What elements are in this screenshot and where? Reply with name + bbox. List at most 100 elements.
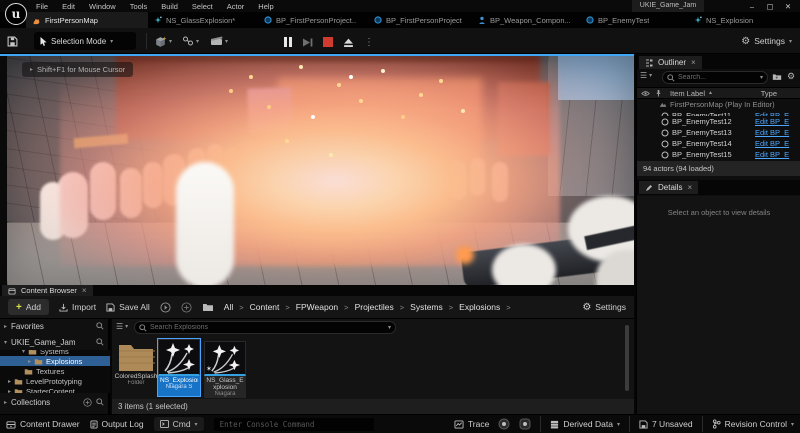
folder-icon — [24, 368, 33, 375]
edit-blueprint-link[interactable]: Edit BP_E — [755, 139, 800, 148]
save-button[interactable] — [7, 32, 18, 50]
asset-search-input[interactable] — [150, 324, 385, 331]
breadcrumb-systems[interactable]: Systems — [410, 302, 443, 312]
menu-select[interactable]: Select — [192, 2, 213, 11]
tab-bp-firstpersonproject-1[interactable]: BP_FirstPersonProject... — [258, 12, 362, 28]
new-folder-icon[interactable]: + — [772, 72, 782, 81]
nav-forward-icon[interactable] — [181, 302, 192, 313]
output-log-button[interactable]: Output Log — [90, 419, 144, 429]
tab-firstpersonmap[interactable]: FirstPersonMap — [26, 12, 148, 28]
pin-column-icon[interactable] — [655, 89, 662, 97]
collections-section[interactable]: ▸ Collections — [0, 395, 108, 409]
search-icon[interactable] — [96, 338, 104, 346]
gear-icon: ⚙ — [741, 36, 750, 47]
edit-blueprint-link[interactable]: Edit BP_E — [755, 128, 800, 137]
project-section[interactable]: ▾ UKIE_Game_Jam — [0, 335, 108, 349]
editor-mode-select[interactable]: Selection Mode ▾ — [34, 32, 136, 50]
breadcrumb-projectiles[interactable]: Projectiles — [355, 302, 394, 312]
trace-button[interactable]: Trace — [454, 419, 489, 429]
viewport[interactable]: ▸ Shift+F1 for Mouse Cursor — [0, 54, 634, 285]
search-icon[interactable] — [96, 322, 104, 330]
outliner-group-row[interactable]: FirstPersonMap (Play In Editor) — [637, 99, 800, 110]
tab-bp-firstpersonproject-2[interactable]: BP_FirstPersonProject... — [368, 12, 468, 28]
outliner-row[interactable]: BP_EnemyTest15 Edit BP_E — [637, 149, 800, 160]
menu-build[interactable]: Build — [161, 2, 178, 11]
pause-button[interactable] — [284, 37, 292, 47]
close-icon[interactable]: × — [82, 286, 87, 295]
menu-edit[interactable]: Edit — [62, 2, 75, 11]
tree-item-explosions[interactable]: ▸ Explosions — [0, 356, 110, 366]
search-icon[interactable] — [96, 398, 104, 406]
nav-back-icon[interactable] — [160, 302, 171, 313]
menu-actor[interactable]: Actor — [227, 2, 245, 11]
maximize-button[interactable]: ▢ — [762, 2, 778, 11]
tree-item-textures[interactable]: Textures — [0, 366, 110, 376]
tab-bp-enemytest[interactable]: BP_EnemyTest — [580, 12, 684, 28]
tab-ns-explosion[interactable]: NS_Explosion — [688, 12, 792, 28]
add-content-button[interactable]: + ▾ — [154, 32, 172, 50]
cinematics-button[interactable]: ▾ — [210, 32, 228, 50]
add-button[interactable]: + Add — [8, 299, 49, 315]
favorites-section[interactable]: ▸ Favorites — [0, 319, 108, 333]
revision-control-button[interactable]: Revision Control ▾ — [712, 419, 794, 429]
outliner-row-clipped[interactable]: BP_EnemyTest11 Edit BP_E — [637, 110, 800, 116]
scrollbar[interactable] — [625, 325, 629, 391]
close-icon[interactable]: × — [691, 58, 696, 67]
blueprints-button[interactable]: ▾ — [182, 32, 199, 50]
window-title: UKIE_Game_Jam — [632, 0, 704, 12]
sort-column-item-label[interactable]: Item Label — [670, 89, 705, 98]
cmd-dropdown[interactable]: Cmd ▾ — [154, 417, 204, 431]
tab-bp-weapon-component[interactable]: BP_Weapon_Compon... — [472, 12, 576, 28]
content-drawer-button[interactable]: Content Drawer — [6, 419, 80, 429]
trace-record-icon[interactable] — [498, 418, 510, 430]
breadcrumb-content[interactable]: Content — [250, 302, 280, 312]
menu-tools[interactable]: Tools — [130, 2, 148, 11]
visibility-column-icon[interactable] — [641, 90, 650, 97]
unreal-logo-icon[interactable]: u — [5, 3, 27, 25]
tab-ns-glassexplosion[interactable]: NS_GlassExplosion* — [148, 12, 254, 28]
breadcrumb-explosions[interactable]: Explosions — [459, 302, 500, 312]
tree-item-levelprototyping[interactable]: ▸ LevelPrototyping — [0, 376, 110, 386]
outliner-row[interactable]: BP_EnemyTest12 Edit BP_E — [637, 116, 800, 127]
breadcrumb-fpweapon[interactable]: FPWeapon — [296, 302, 338, 312]
tab-content-browser[interactable]: Content Browser × — [2, 285, 93, 296]
asset-filter-button[interactable]: ☰ ▾ — [116, 322, 128, 331]
asset-tile-coloredsplash[interactable]: ColoredSplash Folder — [114, 341, 158, 386]
derived-data-button[interactable]: Derived Data ▾ — [550, 419, 620, 429]
edit-blueprint-link[interactable]: Edit BP_E — [755, 150, 800, 159]
tab-outliner[interactable]: Outliner × — [639, 56, 702, 69]
unsaved-button[interactable]: 7 Unsaved — [639, 419, 693, 429]
stop-button[interactable] — [323, 37, 333, 47]
menu-window[interactable]: Window — [89, 2, 116, 11]
type-column[interactable]: Type — [761, 89, 777, 98]
close-icon[interactable]: × — [687, 183, 692, 192]
cb-settings-button[interactable]: ⚙ Settings — [582, 302, 626, 313]
menu-file[interactable]: File — [36, 2, 48, 11]
edit-blueprint-link[interactable]: Edit BP_E — [755, 117, 800, 126]
breadcrumb-all[interactable]: All — [224, 302, 233, 312]
add-collection-icon[interactable] — [83, 398, 92, 407]
tab-details[interactable]: Details × — [639, 181, 698, 194]
trace-snapshot-icon[interactable] — [519, 418, 531, 430]
asset-tile-ns-glass-explosion[interactable]: ✶ NS_Glass_Explosion Niagara — [204, 341, 246, 398]
outliner-search-input[interactable] — [678, 74, 757, 81]
outliner-settings-icon[interactable]: ⚙ — [787, 71, 795, 82]
save-all-button[interactable]: Save All — [106, 302, 150, 312]
play-options-menu[interactable]: ⋮ — [364, 37, 374, 48]
outliner-filter-button[interactable]: ☰ ▾ — [640, 71, 652, 80]
toolbar-settings-button[interactable]: ⚙ Settings ▾ — [741, 32, 792, 50]
asset-search[interactable]: ▾ — [134, 321, 396, 334]
close-button[interactable]: ✕ — [780, 2, 796, 11]
outliner-row[interactable]: BP_EnemyTest13 Edit BP_E — [637, 127, 800, 138]
frame-skip-button[interactable] — [302, 37, 313, 48]
edit-blueprint-link[interactable]: Edit BP_E — [755, 111, 800, 116]
asset-tile-ns-explosion[interactable]: NS_Explosion Niagara S — [158, 339, 200, 396]
minimize-button[interactable]: – — [744, 2, 760, 11]
import-button[interactable]: Import — [59, 302, 96, 312]
outliner-row[interactable]: BP_EnemyTest14 Edit BP_E — [637, 138, 800, 149]
console-command-input[interactable] — [214, 418, 374, 431]
outliner-search[interactable]: ▾ — [662, 71, 768, 84]
menu-help[interactable]: Help — [258, 2, 273, 11]
tree-item-startercontent[interactable]: ▸ StarterContent — [0, 386, 110, 393]
eject-button[interactable] — [343, 37, 354, 48]
